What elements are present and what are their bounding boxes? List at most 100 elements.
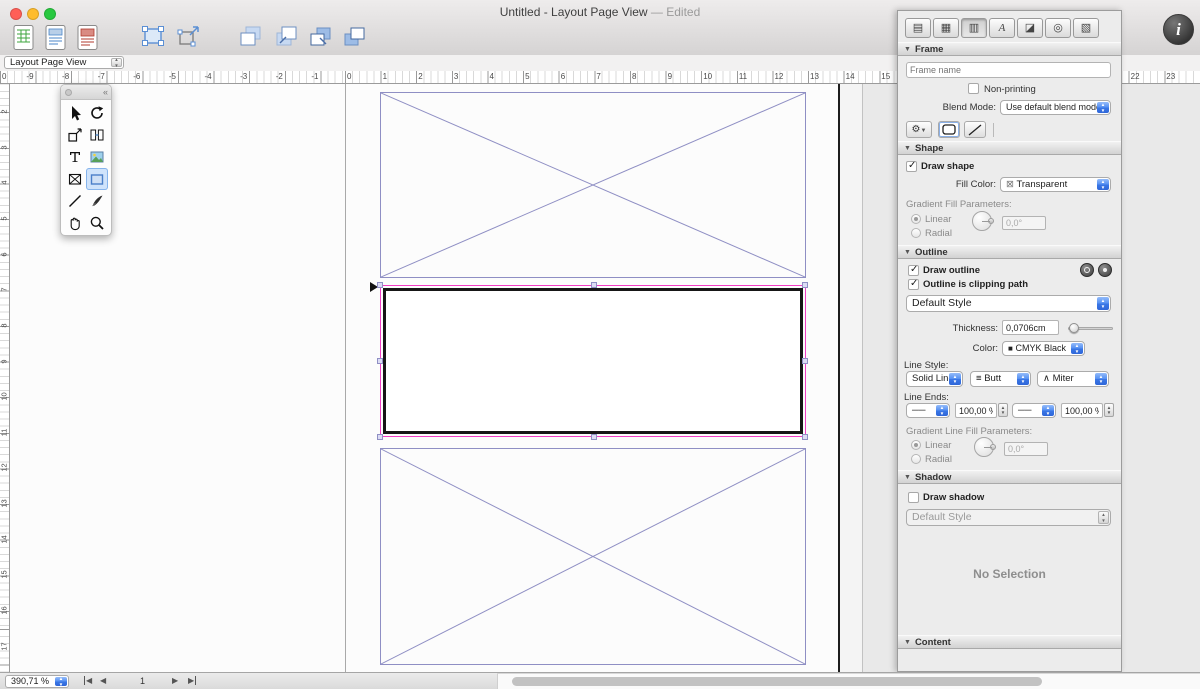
selection-handle[interactable]	[591, 434, 597, 440]
picture-frame-bottom[interactable]	[380, 448, 806, 665]
ruler-number: -4	[205, 72, 212, 82]
selection-handle[interactable]	[377, 434, 383, 440]
draw-outline-checkbox[interactable]	[908, 265, 919, 276]
outline-clipping-checkbox[interactable]	[908, 279, 919, 290]
picture-frame-top[interactable]	[380, 92, 806, 278]
horizontal-scrollbar[interactable]	[497, 673, 1200, 689]
blend-mode-select[interactable]: Use default blend mode ▲▼	[1000, 100, 1111, 115]
horizontal-scrollbar-thumb[interactable]	[512, 677, 1042, 686]
tab-page[interactable]: ▥	[961, 18, 987, 38]
section-header-content[interactable]: ▼Content	[898, 635, 1121, 649]
line-gradient-linear-radio[interactable]	[911, 440, 921, 450]
bezier-tool[interactable]	[86, 190, 108, 212]
line-start-scale-field[interactable]	[955, 403, 997, 418]
image-tool[interactable]	[86, 146, 108, 168]
view-mode-select[interactable]: Layout Page View ▲▼	[4, 56, 124, 69]
tab-book[interactable]: ▧	[1073, 18, 1099, 38]
previous-page-button[interactable]: ◀	[100, 676, 106, 685]
line-gradient-linear-label: Linear	[925, 439, 951, 452]
section-header-shadow[interactable]: ▼Shadow	[898, 470, 1121, 484]
bring-to-front-button[interactable]	[306, 22, 336, 52]
outline-style-select[interactable]: Default Style ▲▼	[906, 295, 1111, 312]
info-button[interactable]: i	[1163, 14, 1194, 45]
draw-shadow-checkbox[interactable]	[908, 492, 919, 503]
selection-handle[interactable]	[377, 282, 383, 288]
gradient-radial-radio[interactable]	[911, 228, 921, 238]
send-to-back-button[interactable]	[340, 22, 370, 52]
frame-diagonals-icon	[381, 93, 805, 277]
shape-line-button[interactable]	[964, 121, 986, 138]
ruler-number: 8	[632, 72, 636, 82]
fill-color-select[interactable]: ⊠ Transparent ▲▼	[1000, 177, 1111, 192]
send-backward-button[interactable]	[272, 22, 302, 52]
rectangle-tool[interactable]	[86, 168, 108, 190]
shape-rectangle-button[interactable]	[938, 121, 960, 138]
page-red-button[interactable]	[74, 22, 104, 52]
scale-frame-button[interactable]	[174, 22, 204, 52]
page-grid-button[interactable]	[10, 22, 40, 52]
line-cap-value: Butt	[984, 373, 1001, 384]
section-header-outline[interactable]: ▼Outline	[898, 245, 1121, 259]
transparent-swatch-icon: ⊠	[1006, 179, 1014, 190]
zoom-level-select[interactable]: 390,71 % ▲▼	[5, 675, 69, 688]
selection-handle[interactable]	[802, 434, 808, 440]
section-header-frame[interactable]: ▼Frame	[898, 42, 1121, 56]
scale-frame-icon	[176, 24, 202, 50]
outline-center-button[interactable]	[1098, 263, 1112, 277]
line-start-select[interactable]: ── ▲▼	[906, 403, 950, 418]
bring-forward-button[interactable]	[236, 22, 266, 52]
thickness-slider-knob[interactable]	[1069, 323, 1079, 333]
line-style-select[interactable]: Solid Line ▲▼	[906, 371, 963, 387]
tab-image[interactable]: ◎	[1045, 18, 1071, 38]
line-join-select[interactable]: ∧ Miter ▲▼	[1037, 371, 1109, 387]
tab-color[interactable]: ◪	[1017, 18, 1043, 38]
ruler-number: 2	[418, 72, 422, 82]
last-page-button[interactable]: ▶	[188, 676, 196, 685]
select-frame-button[interactable]	[138, 22, 168, 52]
section-header-shape[interactable]: ▼Shape	[898, 141, 1121, 155]
ruler-number: 4	[489, 72, 493, 82]
line-gradient-angle-dial[interactable]	[974, 437, 994, 457]
line-end-scale-stepper[interactable]: ▲▼	[1104, 403, 1114, 417]
thickness-field[interactable]	[1002, 320, 1059, 335]
next-page-button[interactable]: ▶	[172, 676, 178, 685]
page-lines-button[interactable]	[42, 22, 72, 52]
gradient-angle-field[interactable]	[1002, 216, 1046, 230]
shadow-style-select[interactable]: Default Style ▲▼	[906, 509, 1111, 526]
empty-frame-tool[interactable]	[64, 168, 86, 190]
text-tool[interactable]	[64, 146, 86, 168]
pointer-tool[interactable]	[64, 102, 86, 124]
frame-settings-gear-button[interactable]: ⚙▼	[906, 121, 932, 138]
first-page-button[interactable]: ◀	[84, 676, 92, 685]
line-start-scale-stepper[interactable]: ▲▼	[998, 403, 1008, 417]
draw-shape-checkbox[interactable]	[906, 161, 917, 172]
outline-color-select[interactable]: ■ CMYK Black ▲▼	[1002, 341, 1085, 356]
tab-document[interactable]: ▤	[905, 18, 931, 38]
line-end-scale-field[interactable]	[1061, 403, 1103, 418]
selection-handle[interactable]	[802, 358, 808, 364]
gradient-linear-radio[interactable]	[911, 214, 921, 224]
tab-frame[interactable]: ▦	[933, 18, 959, 38]
tool-palette-titlebar[interactable]: «	[61, 85, 111, 100]
line-cap-select[interactable]: ≡ Butt ▲▼	[970, 371, 1031, 387]
line-gradient-radial-radio[interactable]	[911, 454, 921, 464]
hand-tool[interactable]	[64, 212, 86, 234]
selection-handle[interactable]	[591, 282, 597, 288]
zoom-tool[interactable]	[86, 212, 108, 234]
non-printing-checkbox[interactable]	[968, 83, 979, 94]
selected-frame[interactable]	[380, 285, 806, 437]
gradient-angle-dial[interactable]	[972, 211, 992, 231]
frame-name-input[interactable]	[906, 62, 1111, 78]
palette-collapse-button[interactable]: «	[103, 85, 108, 99]
outline-target-button[interactable]	[1080, 263, 1094, 277]
line-tool[interactable]	[64, 190, 86, 212]
line-gradient-angle-field[interactable]	[1004, 442, 1048, 456]
rotate-tool[interactable]	[86, 102, 108, 124]
text-chain-tool[interactable]	[86, 124, 108, 146]
selection-handle[interactable]	[802, 282, 808, 288]
selection-handle[interactable]	[377, 358, 383, 364]
line-end-select[interactable]: ── ▲▼	[1012, 403, 1056, 418]
tab-text[interactable]: A	[989, 18, 1015, 38]
scale-tool[interactable]	[64, 124, 86, 146]
palette-close-button[interactable]	[65, 89, 72, 96]
